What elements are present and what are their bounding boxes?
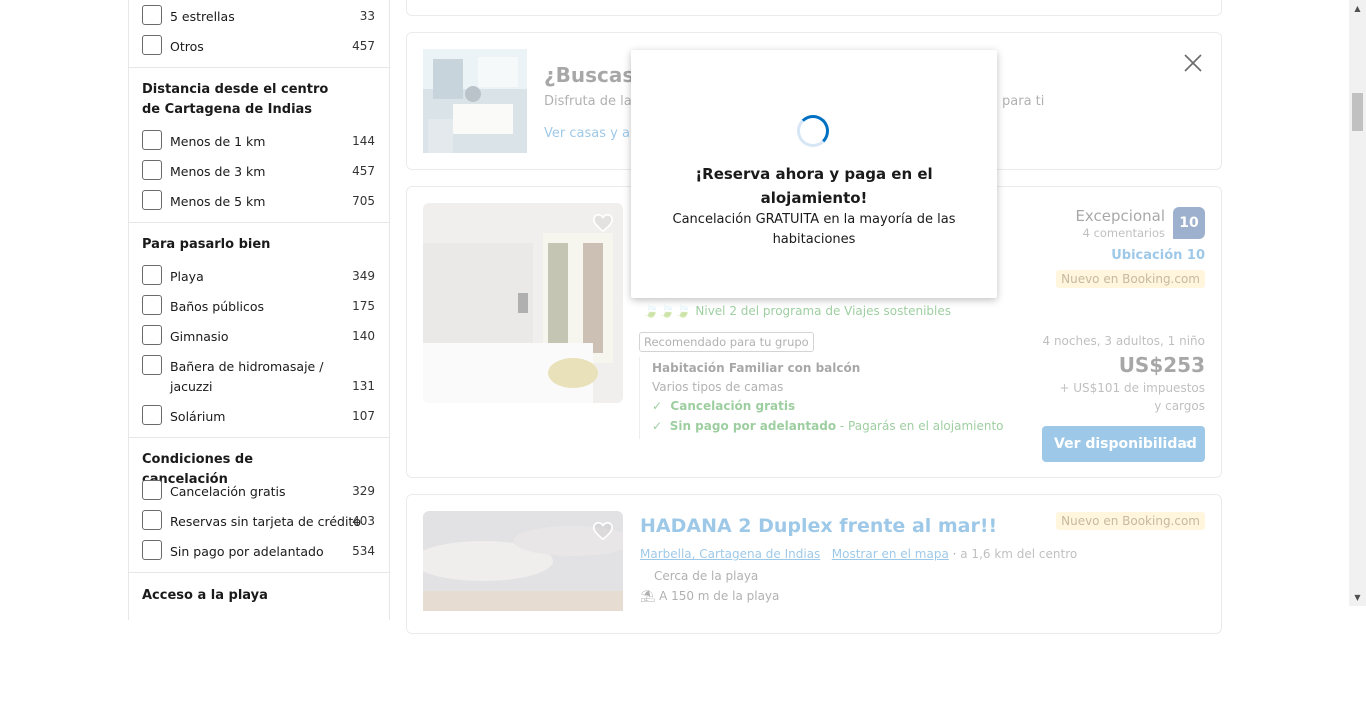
filter-group-stars: 5 estrellas 33 Otros 457 xyxy=(129,0,389,68)
heart-icon[interactable] xyxy=(592,520,614,542)
filter-group-title: Para pasarlo bien xyxy=(142,237,271,252)
checkbox[interactable] xyxy=(142,160,162,180)
checkbox[interactable] xyxy=(142,325,162,345)
free-cancellation: ✓ Cancelación gratis xyxy=(652,399,796,413)
checkbox[interactable] xyxy=(142,295,162,315)
filter-gym[interactable]: Gimnasio 140 xyxy=(142,325,375,347)
filter-group-cancellation: Condiciones de cancelación Cancelación g… xyxy=(129,438,389,573)
filter-group-distance: Distancia desde el centro de Cartagena d… xyxy=(129,68,389,223)
previous-listing-card xyxy=(406,0,1222,16)
filter-distance-5km[interactable]: Menos de 5 km 705 xyxy=(142,190,375,212)
filters-sidebar: 5 estrellas 33 Otros 457 Distancia desde… xyxy=(128,0,390,620)
checkbox[interactable] xyxy=(142,130,162,150)
scroll-down-icon[interactable]: ▼ xyxy=(1349,589,1366,606)
price: US$253 xyxy=(1118,353,1205,377)
loading-spinner-icon xyxy=(797,115,829,147)
new-badge: Nuevo en Booking.com xyxy=(1056,512,1205,530)
bed-types: Varios tipos de camas xyxy=(652,380,784,394)
checkbox[interactable] xyxy=(142,265,162,285)
near-beach: Cerca de la playa xyxy=(654,569,759,583)
filter-5-stars[interactable]: 5 estrellas 33 xyxy=(142,5,375,27)
score-badge: 10 xyxy=(1173,207,1205,239)
checkbox[interactable] xyxy=(142,540,162,560)
filter-jacuzzi[interactable]: Bañera de hidromasaje / jacuzzi 131 xyxy=(142,355,375,397)
modal-subtitle: Cancelación GRATUITA en la mayoría de la… xyxy=(672,212,956,247)
page-scrollbar[interactable]: ▲ ▼ xyxy=(1349,0,1366,606)
room-name: Habitación Familiar con balcón xyxy=(652,361,861,375)
location-score: Ubicación 10 xyxy=(1111,248,1205,263)
chevron-right-icon: › xyxy=(1185,436,1191,452)
filter-public-baths[interactable]: Baños públicos 175 xyxy=(142,295,375,317)
filter-group-title: Distancia desde el centro de Cartagena d… xyxy=(142,82,329,117)
filter-group-fun: Para pasarlo bien Playa 349 Baños públic… xyxy=(129,223,389,438)
filter-group-title-beach: Acceso a la playa xyxy=(142,588,268,603)
checkbox[interactable] xyxy=(142,190,162,210)
group-tag: Recomendado para tu grupo xyxy=(639,332,814,352)
scroll-up-icon[interactable]: ▲ xyxy=(1349,0,1366,17)
map-link[interactable]: Mostrar en el mapa xyxy=(832,547,949,561)
filter-distance-1km[interactable]: Menos de 1 km 144 xyxy=(142,130,375,152)
loading-modal: ¡Reserva ahora y paga en el alojamiento!… xyxy=(631,50,997,298)
filter-other-stars[interactable]: Otros 457 xyxy=(142,35,375,57)
promo-description-start: Disfruta de la p xyxy=(544,94,645,109)
checkbox[interactable] xyxy=(142,405,162,425)
room-block: Habitación Familiar con balcón Varios ti… xyxy=(639,357,1004,439)
checkbox[interactable] xyxy=(142,5,162,25)
checkbox[interactable] xyxy=(142,510,162,530)
checkbox[interactable] xyxy=(142,480,162,500)
filter-no-prepayment[interactable]: Sin pago por adelantado 534 xyxy=(142,540,375,562)
review-count: 4 comentarios xyxy=(1082,226,1165,240)
area-link[interactable]: Marbella, Cartagena de Indias xyxy=(640,547,820,561)
filter-free-cancellation[interactable]: Cancelación gratis 329 xyxy=(142,480,375,502)
beach-distance-row: ⛱ A 150 m de la playa xyxy=(640,589,780,603)
availability-button[interactable]: Ver disponibilidad › xyxy=(1042,426,1205,462)
stay-details: 4 noches, 3 adultos, 1 niño xyxy=(1042,334,1206,348)
sustainability-row: 🍃🍃🍃 Nivel 2 del programa de Viajes soste… xyxy=(643,304,952,319)
checkbox[interactable] xyxy=(142,355,162,375)
filter-solarium[interactable]: Solárium 107 xyxy=(142,405,375,427)
taxes-note: + US$101 de impuestos y cargos xyxy=(1059,381,1205,413)
scrollbar-thumb[interactable] xyxy=(1352,93,1363,131)
filter-beach[interactable]: Playa 349 xyxy=(142,265,375,287)
promo-image xyxy=(423,49,527,153)
center-distance: a 1,6 km del centro xyxy=(960,547,1078,561)
location-row: Marbella, Cartagena de Indias Mostrar en… xyxy=(640,547,1078,561)
rating-word: Excepcional xyxy=(1075,207,1165,225)
close-icon[interactable] xyxy=(1183,53,1203,73)
heart-icon[interactable] xyxy=(592,212,614,234)
property-title[interactable]: HADANA 2 Duplex frente al mar!! xyxy=(640,515,997,537)
promo-description-end: para ti xyxy=(1002,94,1045,109)
modal-title: ¡Reserva ahora y paga en el alojamiento! xyxy=(695,165,933,207)
new-badge: Nuevo en Booking.com xyxy=(1056,270,1205,288)
leaf-icon: 🍃🍃🍃 xyxy=(643,304,692,319)
no-prepayment: ✓ Sin pago por adelantado - Pagarás en e… xyxy=(652,419,1004,433)
check-icon: ✓ xyxy=(652,419,663,433)
beach-icon: ⛱ xyxy=(640,589,656,603)
checkbox[interactable] xyxy=(142,35,162,55)
filter-distance-3km[interactable]: Menos de 3 km 457 xyxy=(142,160,375,182)
filter-no-credit-card[interactable]: Reservas sin tarjeta de crédito 403 xyxy=(142,510,375,532)
listing-card: HADANA 2 Duplex frente al mar!! Nuevo en… xyxy=(406,494,1222,634)
check-icon: ✓ xyxy=(652,399,663,413)
